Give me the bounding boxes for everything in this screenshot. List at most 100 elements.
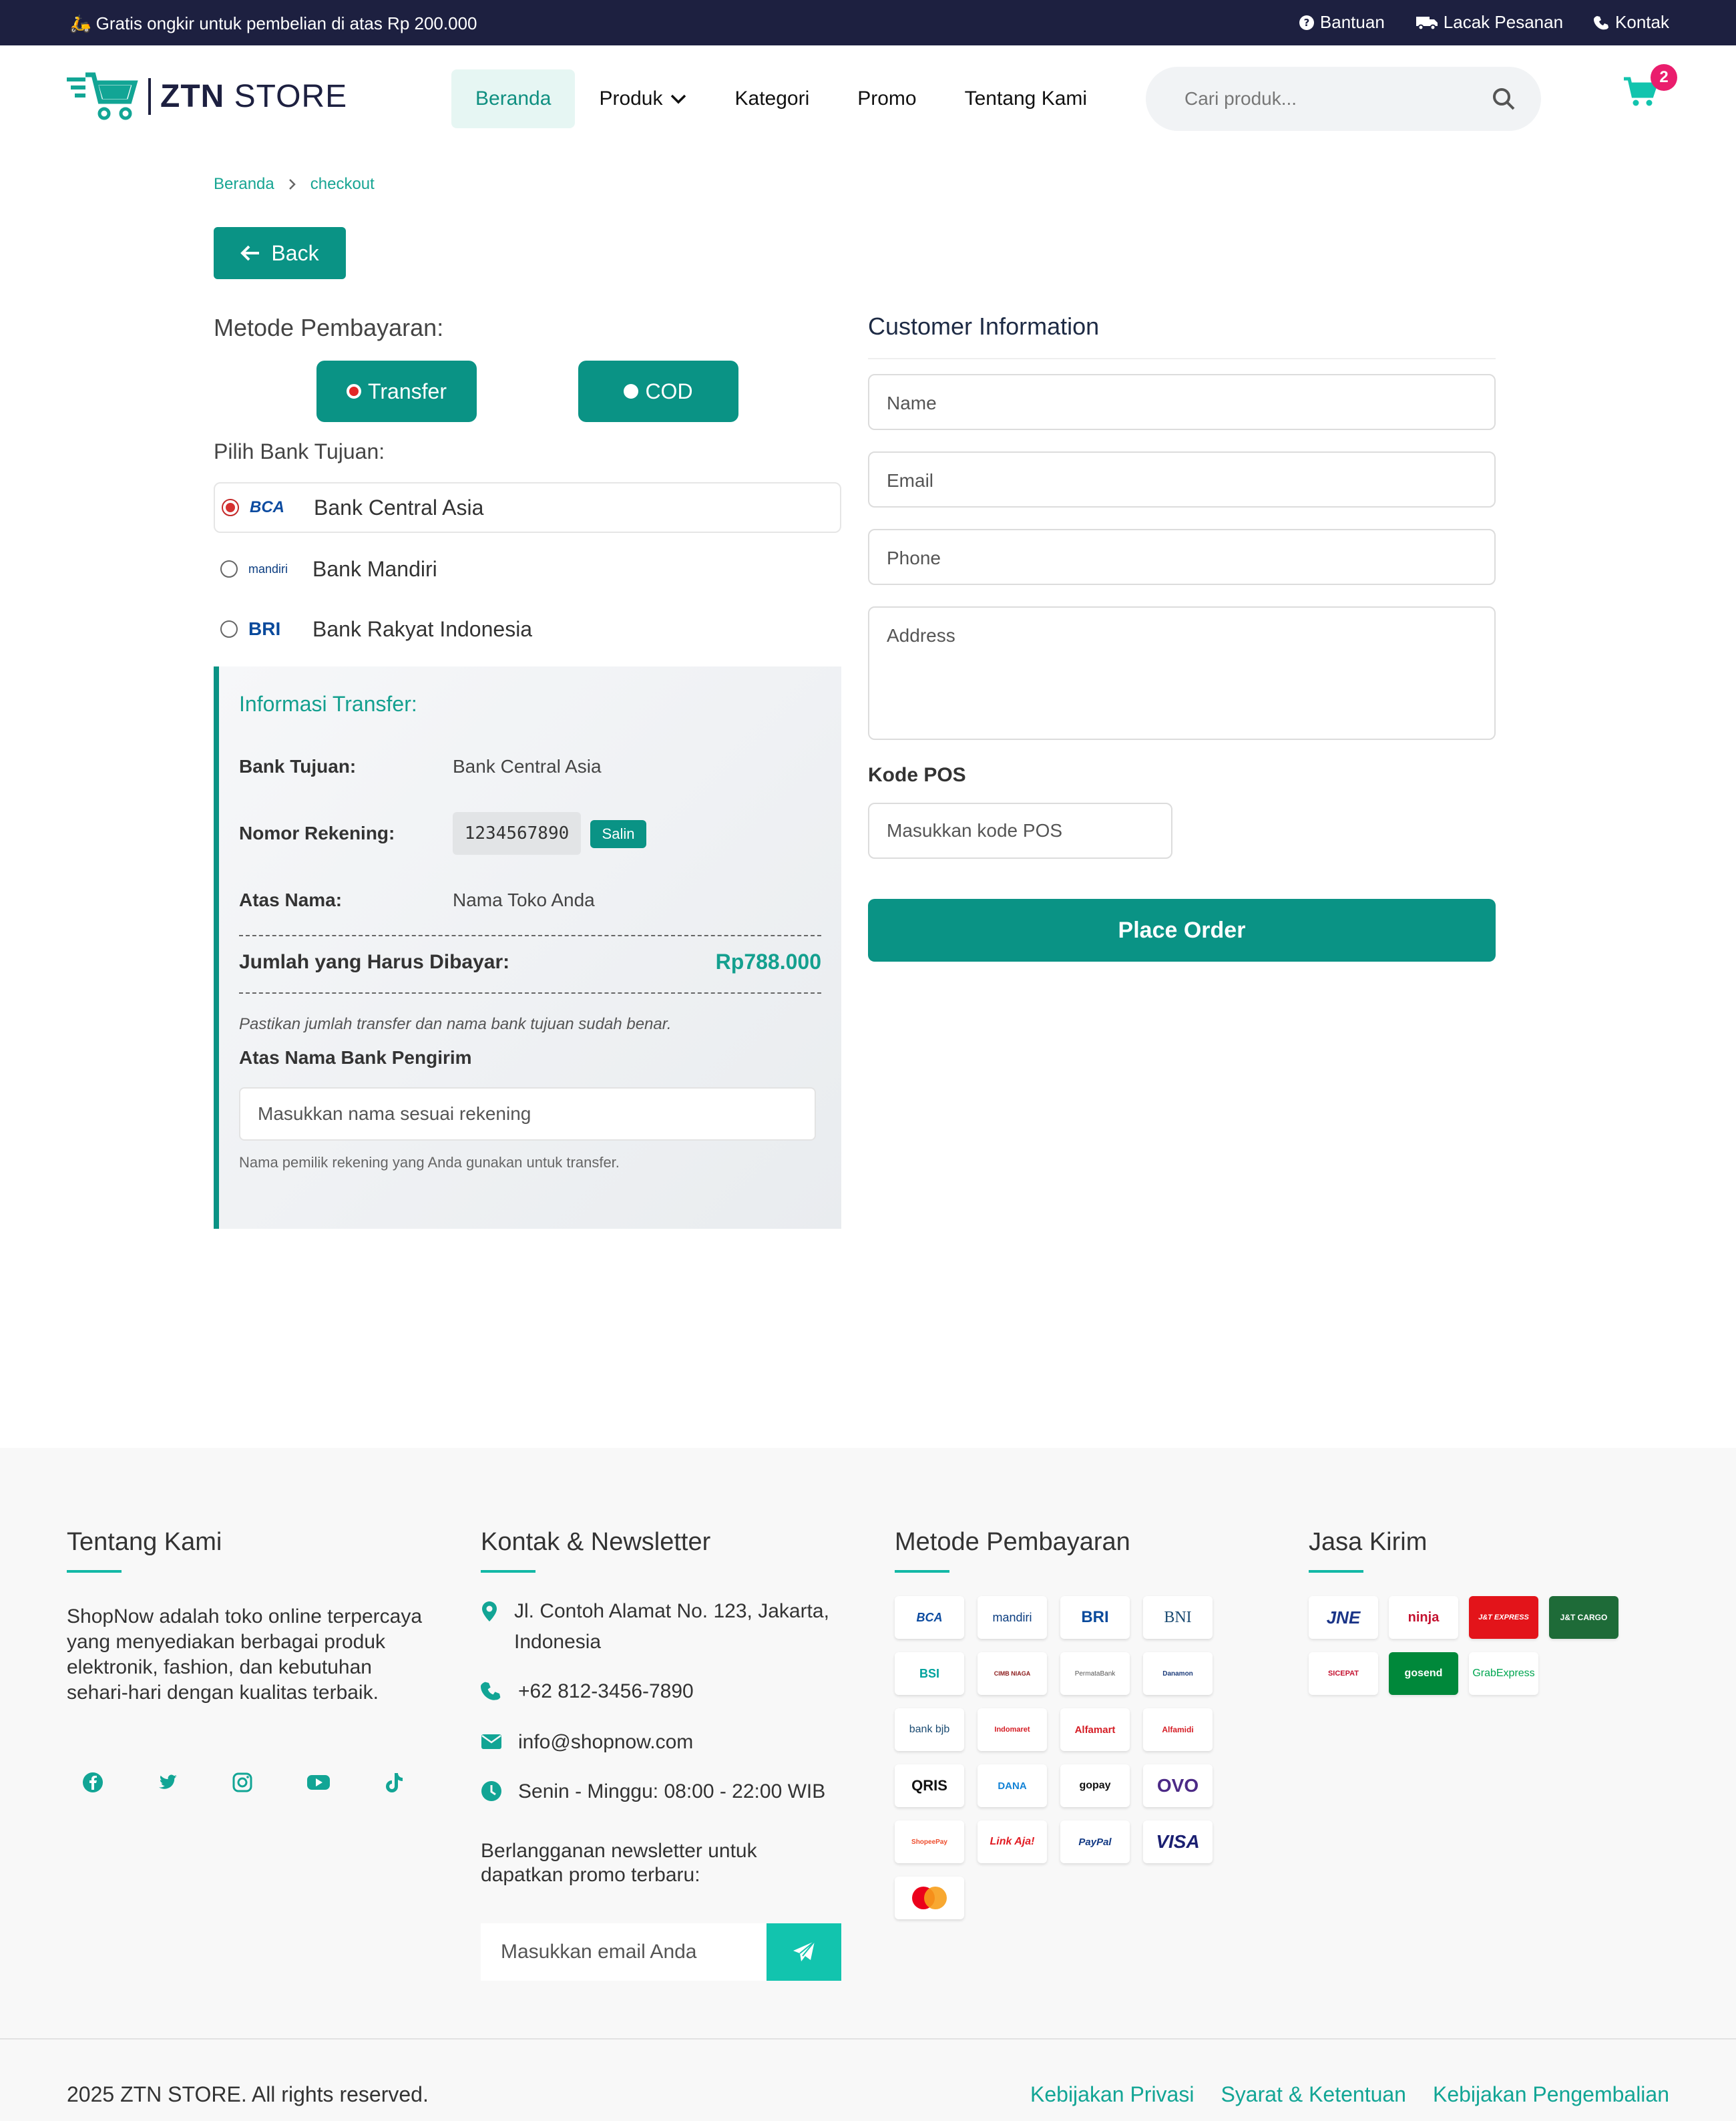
top-bar: 🛵 Gratis ongkir untuk pembelian di atas … (0, 0, 1736, 45)
youtube-icon[interactable] (306, 1771, 331, 1794)
payment-logo-paypal: PayPal (1060, 1820, 1130, 1863)
payment-logo-mastercard (895, 1877, 964, 1919)
social-links (81, 1771, 405, 1794)
payment-logo-gopay: gopay (1060, 1764, 1130, 1807)
footer-email: info@shopnow.com (481, 1727, 693, 1758)
footer-about: Tentang Kami (67, 1528, 222, 1573)
footer-shipping-title: Jasa Kirim (1309, 1528, 1428, 1556)
footer-payment: Metode Pembayaran (895, 1528, 1130, 1573)
selected-indicator (347, 384, 362, 399)
payment-logo-bni: BNI (1143, 1596, 1213, 1639)
mastercard-circles (912, 1887, 947, 1909)
name-input[interactable]: Name (868, 374, 1496, 430)
copy-account-button[interactable]: Salin (590, 820, 646, 848)
chevron-down-icon (670, 94, 686, 104)
divider (239, 935, 821, 936)
help-link[interactable]: ? Bantuan (1299, 12, 1385, 33)
phone-input[interactable]: Phone (868, 529, 1496, 585)
facebook-icon[interactable] (81, 1771, 104, 1794)
bank-option-bri[interactable]: BRI Bank Rakyat Indonesia (214, 604, 841, 654)
nav-kategori[interactable]: Kategori (711, 69, 834, 128)
phone-icon (1594, 15, 1609, 29)
search-icon[interactable] (1490, 85, 1517, 112)
payment-logo-cimb-niaga: CIMB NIAGA (978, 1652, 1047, 1695)
terms-link[interactable]: Syarat & Ketentuan (1221, 2082, 1406, 2107)
search-placeholder: Cari produk... (1184, 88, 1297, 109)
bank-radio-mandiri[interactable] (220, 560, 238, 578)
footer-address: Jl. Contoh Alamat No. 123, Jakarta, Indo… (481, 1596, 855, 1658)
total-amount-label: Jumlah yang Harus Dibayar: (239, 951, 510, 973)
unselected-indicator (624, 384, 639, 399)
chevron-right-icon (288, 179, 296, 190)
instagram-icon[interactable] (231, 1771, 254, 1794)
search-input[interactable]: Cari produk... (1146, 67, 1541, 131)
place-order-button[interactable]: Place Order (868, 899, 1496, 962)
breadcrumb-home[interactable]: Beranda (214, 175, 274, 194)
payment-logo-indomaret: Indomaret (978, 1708, 1047, 1751)
payment-logo-mandiri: mandiri (978, 1596, 1047, 1639)
nav-beranda[interactable]: Beranda (451, 69, 576, 128)
nav-tentang-kami[interactable]: Tentang Kami (941, 69, 1111, 128)
postal-code-input[interactable]: Masukkan kode POS (868, 803, 1172, 859)
payment-logo-danamon: Danamon (1143, 1652, 1213, 1695)
site-footer: Tentang Kami ShopNow adalah toko online … (0, 1448, 1736, 2121)
newsletter-submit-button[interactable] (767, 1923, 841, 1981)
payment-logo-bri: BRI (1060, 1596, 1130, 1639)
footer-shipping: Jasa Kirim (1309, 1528, 1427, 1573)
sender-name-help: Nama pemilik rekening yang Anda gunakan … (239, 1154, 620, 1171)
payment-logos: BCA mandiri BRI BNI BSI CIMB NIAGA Perma… (895, 1596, 1213, 1919)
bri-logo: BRI (248, 618, 281, 639)
twitter-icon[interactable] (156, 1771, 179, 1794)
sender-name-input[interactable]: Masukkan nama sesuai rekening (239, 1087, 816, 1141)
payment-logo-bjb: bank bjb (895, 1708, 964, 1751)
payment-logo-permata: PermataBank (1060, 1652, 1130, 1695)
track-order-link[interactable]: Lacak Pesanan (1416, 12, 1563, 33)
payment-cod-button[interactable]: COD (578, 361, 738, 422)
shipping-logo-grabexpress: GrabExpress (1469, 1652, 1538, 1695)
payment-logo-bca: BCA (895, 1596, 964, 1639)
cart-button[interactable]: 2 (1622, 64, 1677, 112)
title-underline (895, 1570, 949, 1573)
payment-logo-bsi: BSI (895, 1652, 964, 1695)
bank-radio-bri[interactable] (220, 620, 238, 638)
paper-plane-icon (793, 1941, 815, 1961)
newsletter-email-input[interactable]: Masukkan email Anda (481, 1923, 768, 1981)
bank-option-bca[interactable]: BCA Bank Central Asia (214, 482, 841, 533)
svg-text:?: ? (1304, 17, 1310, 29)
shipping-logo-jnt-express: J&T EXPRESS (1469, 1596, 1538, 1639)
store-logo[interactable]: ZTN STORE (67, 71, 347, 122)
footer-payment-title: Metode Pembayaran (895, 1528, 1130, 1556)
top-links: ? Bantuan Lacak Pesanan Kontak (1299, 12, 1669, 33)
sender-name-label: Atas Nama Bank Pengirim (239, 1047, 472, 1068)
footer-phone: +62 812-3456-7890 (481, 1676, 694, 1707)
contact-link[interactable]: Kontak (1594, 12, 1669, 33)
nav-promo[interactable]: Promo (833, 69, 940, 128)
shipping-logo-sicepat: SICEPAT (1309, 1652, 1378, 1695)
nav-produk[interactable]: Produk (575, 69, 710, 128)
email-input[interactable]: Email (868, 451, 1496, 508)
mandiri-logo: mandiri (248, 562, 288, 576)
bank-option-mandiri[interactable]: mandiri Bank Mandiri (214, 544, 841, 594)
payment-logo-linkaja: Link Aja! (978, 1820, 1047, 1863)
breadcrumb-current[interactable]: checkout (310, 175, 375, 194)
bca-logo: BCA (250, 498, 284, 516)
account-number-label: Nomor Rekening: (239, 823, 395, 843)
transfer-note: Pastikan jumlah transfer dan nama bank t… (239, 1015, 672, 1033)
privacy-policy-link[interactable]: Kebijakan Privasi (1030, 2082, 1194, 2107)
postal-code-label: Kode POS (868, 764, 966, 786)
arrow-left-icon (240, 245, 260, 261)
address-textarea[interactable]: Address (868, 606, 1496, 740)
tiktok-icon[interactable] (383, 1771, 405, 1794)
payment-logo-alfamart: Alfamart (1060, 1708, 1130, 1751)
payment-logo-visa: VISA (1143, 1820, 1213, 1863)
shipping-logo-jne: JNE (1309, 1596, 1378, 1639)
back-button[interactable]: Back (214, 227, 346, 279)
divider (239, 992, 821, 994)
newsletter-text: Berlangganan newsletter untuk dapatkan p… (481, 1840, 757, 1886)
envelope-icon (481, 1734, 501, 1749)
return-policy-link[interactable]: Kebijakan Pengembalian (1433, 2082, 1669, 2107)
footer-contact: Kontak & Newsletter (481, 1528, 710, 1573)
payment-transfer-button[interactable]: Transfer (316, 361, 477, 422)
bank-radio-bca[interactable] (222, 499, 239, 516)
clock-icon (481, 1781, 501, 1801)
